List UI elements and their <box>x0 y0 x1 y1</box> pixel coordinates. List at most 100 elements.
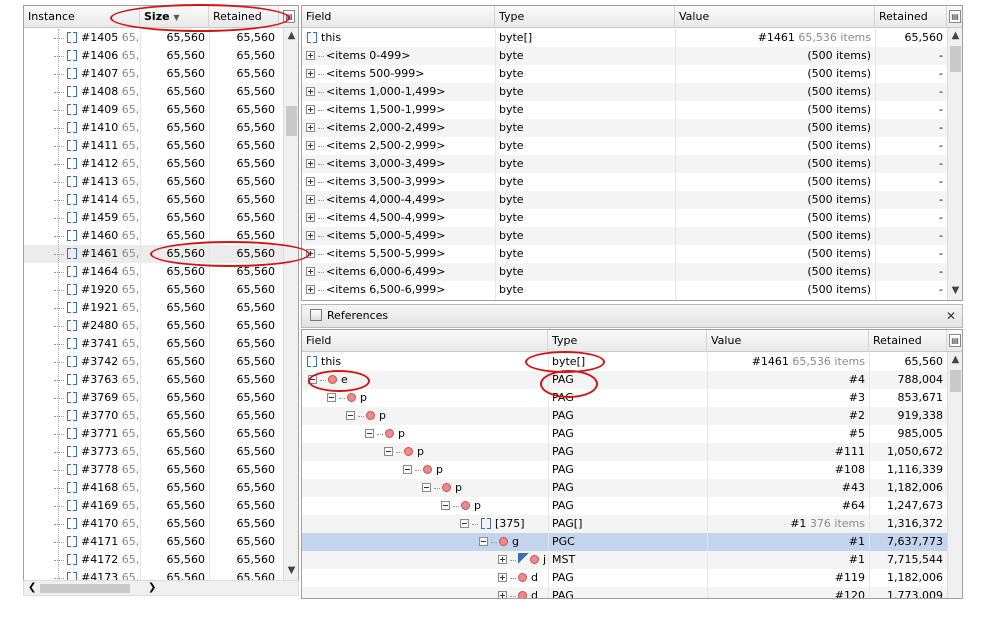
reference-row[interactable]: e PAG #4 788,004 <box>302 371 947 389</box>
instances-hscroll[interactable]: ❮ ❯ <box>23 580 299 596</box>
expand-icon[interactable] <box>306 231 315 240</box>
scroll-down-icon[interactable]: ▼ <box>284 563 298 579</box>
reference-row[interactable]: p PAG #5 985,005 <box>302 425 947 443</box>
scroll-down-icon[interactable]: ▼ <box>948 283 962 299</box>
expand-icon[interactable] <box>306 69 315 78</box>
collapse-icon[interactable] <box>365 429 374 438</box>
instance-row[interactable]: #3773 65,5 65,560 65,560 <box>24 443 283 461</box>
expand-icon[interactable] <box>306 159 315 168</box>
instance-row[interactable]: #1460 65,5 65,560 65,560 <box>24 227 283 245</box>
instance-row[interactable]: #1411 65,5 65,560 65,560 <box>24 137 283 155</box>
instance-row[interactable]: #1410 65,5 65,560 65,560 <box>24 119 283 137</box>
expand-icon[interactable] <box>306 213 315 222</box>
instance-row[interactable]: #3769 65,5 65,560 65,560 <box>24 389 283 407</box>
field-row[interactable]: <items 1,000-1,499> byte (500 items) - <box>302 83 947 101</box>
field-row[interactable]: <items 0-499> byte (500 items) - <box>302 47 947 65</box>
collapse-icon[interactable] <box>441 501 450 510</box>
fields-vscroll[interactable]: ▲ ▼ <box>947 28 962 300</box>
field-row[interactable]: <items 6,000-6,499> byte (500 items) - <box>302 263 947 281</box>
instance-row[interactable]: #4170 65,5 65,560 65,560 <box>24 515 283 533</box>
retained-column-header[interactable]: Retained <box>209 6 279 28</box>
expand-icon[interactable] <box>498 555 507 564</box>
instance-row[interactable]: #3770 65,5 65,560 65,560 <box>24 407 283 425</box>
field-row[interactable]: <items 6,500-6,999> byte (500 items) - <box>302 281 947 299</box>
expand-icon[interactable] <box>306 105 315 114</box>
reference-row[interactable]: d PAG #119 1,182,006 <box>302 569 947 587</box>
instance-row[interactable]: #1407 65,5 65,560 65,560 <box>24 65 283 83</box>
scroll-up-icon[interactable]: ▲ <box>284 28 298 44</box>
expand-icon[interactable] <box>306 123 315 132</box>
expand-icon[interactable] <box>306 177 315 186</box>
close-icon[interactable]: ✕ <box>946 305 956 327</box>
collapse-icon[interactable] <box>327 393 336 402</box>
instance-row[interactable]: #1461 65,5 65,560 65,560 <box>24 245 283 263</box>
instance-row[interactable]: #1413 65,5 65,560 65,560 <box>24 173 283 191</box>
instance-row[interactable]: #3741 65,5 65,560 65,560 <box>24 335 283 353</box>
value-column-header[interactable]: Value <box>707 330 869 352</box>
instance-row[interactable]: #3742 65,5 65,560 65,560 <box>24 353 283 371</box>
field-row[interactable]: <items 5,500-5,999> byte (500 items) - <box>302 245 947 263</box>
instance-row[interactable]: #1414 65,5 65,560 65,560 <box>24 191 283 209</box>
collapse-icon[interactable] <box>479 537 488 546</box>
instance-row[interactable]: #1464 65,5 65,560 65,560 <box>24 263 283 281</box>
column-chooser-icon[interactable]: ▤ <box>283 10 295 23</box>
instance-row[interactable]: #1405 65,5 65,560 65,560 <box>24 29 283 47</box>
field-row[interactable]: <items 4,000-4,499> byte (500 items) - <box>302 191 947 209</box>
instance-row[interactable]: #3771 65,5 65,560 65,560 <box>24 425 283 443</box>
scroll-thumb[interactable] <box>950 370 961 392</box>
reference-row[interactable]: g PGC #1 7,637,773 <box>302 533 947 551</box>
expand-icon[interactable] <box>306 87 315 96</box>
type-column-header[interactable]: Type <box>495 6 675 28</box>
collapse-icon[interactable] <box>460 519 469 528</box>
field-row[interactable]: <items 3,500-3,999> byte (500 items) - <box>302 173 947 191</box>
column-chooser-icon[interactable]: ▤ <box>949 10 961 23</box>
expand-icon[interactable] <box>306 267 315 276</box>
reference-row[interactable]: p PAG #2 919,338 <box>302 407 947 425</box>
collapse-icon[interactable] <box>384 447 393 456</box>
field-row[interactable]: <items 500-999> byte (500 items) - <box>302 65 947 83</box>
retained-column-header[interactable]: Retained <box>869 330 947 352</box>
reference-row[interactable]: p PAG #111 1,050,672 <box>302 443 947 461</box>
hscroll-thumb[interactable] <box>40 584 130 593</box>
instance-row[interactable]: #4171 65,5 65,560 65,560 <box>24 533 283 551</box>
column-chooser-icon[interactable]: ▤ <box>949 334 961 347</box>
reference-row[interactable]: p PAG #64 1,247,673 <box>302 497 947 515</box>
expand-icon[interactable] <box>306 285 315 294</box>
scroll-right-icon[interactable]: ❯ <box>148 581 156 595</box>
scroll-up-icon[interactable]: ▲ <box>948 28 962 44</box>
scroll-thumb[interactable] <box>286 106 297 136</box>
instance-column-header[interactable]: Instance <box>24 6 140 28</box>
field-row[interactable]: <items 2,500-2,999> byte (500 items) - <box>302 137 947 155</box>
scroll-thumb[interactable] <box>950 46 961 72</box>
field-column-header[interactable]: Field <box>302 330 548 352</box>
expand-icon[interactable] <box>306 51 315 60</box>
field-row-this[interactable]: this byte[] #1461 65,536 items 65,560 <box>302 29 947 47</box>
size-column-header[interactable]: Size ▼ <box>140 6 209 28</box>
value-column-header[interactable]: Value <box>675 6 875 28</box>
instance-row[interactable]: #1412 65,5 65,560 65,560 <box>24 155 283 173</box>
expand-icon[interactable] <box>498 591 507 598</box>
instance-row[interactable]: #3778 65,5 65,560 65,560 <box>24 461 283 479</box>
collapse-icon[interactable] <box>403 465 412 474</box>
reference-row[interactable]: j (mc MST #1 7,715,544 <box>302 551 947 569</box>
collapse-icon[interactable] <box>346 411 355 420</box>
instance-row[interactable]: #4172 65,5 65,560 65,560 <box>24 551 283 569</box>
field-row[interactable]: <items 2,000-2,499> byte (500 items) - <box>302 119 947 137</box>
retained-column-header[interactable]: Retained <box>875 6 947 28</box>
instance-row[interactable]: #3763 65,5 65,560 65,560 <box>24 371 283 389</box>
instance-row[interactable]: #1408 65,5 65,560 65,560 <box>24 83 283 101</box>
expand-icon[interactable] <box>498 573 507 582</box>
instance-row[interactable]: #1406 65,5 65,560 65,560 <box>24 47 283 65</box>
collapse-icon[interactable] <box>422 483 431 492</box>
scroll-left-icon[interactable]: ❮ <box>28 581 36 595</box>
expand-icon[interactable] <box>306 195 315 204</box>
instance-row[interactable]: #1921 65,5 65,560 65,560 <box>24 299 283 317</box>
instance-row[interactable]: #1459 65,5 65,560 65,560 <box>24 209 283 227</box>
type-column-header[interactable]: Type <box>548 330 707 352</box>
collapse-icon[interactable] <box>308 375 317 384</box>
instance-row[interactable]: #4169 65,5 65,560 65,560 <box>24 497 283 515</box>
field-row[interactable]: <items 5,000-5,499> byte (500 items) - <box>302 227 947 245</box>
field-row[interactable]: <items 4,500-4,999> byte (500 items) - <box>302 209 947 227</box>
reference-row-this[interactable]: this byte[] #1461 65,536 items 65,560 <box>302 353 947 371</box>
reference-row[interactable]: p PAG #43 1,182,006 <box>302 479 947 497</box>
